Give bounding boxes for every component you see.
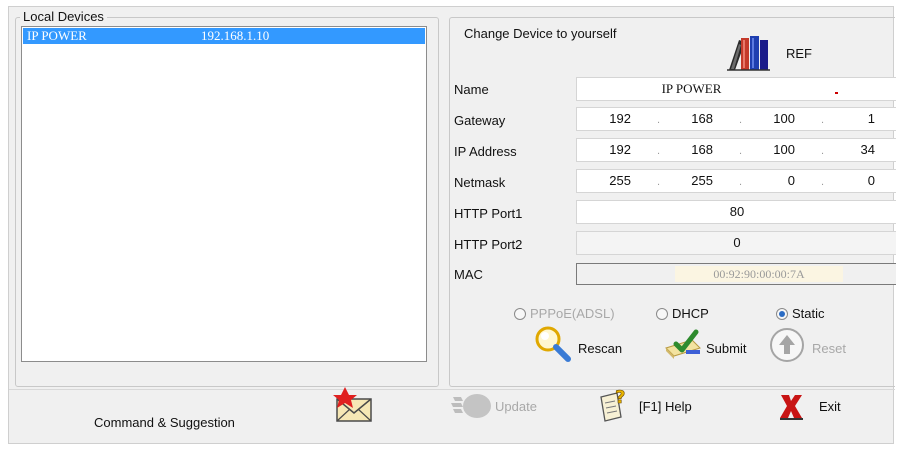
device-list-item[interactable]: IP POWER 192.168.1.10 [23,28,425,44]
ip-address-label: IP Address [454,144,517,159]
octet-dot: . [739,176,743,188]
command-suggestion-label: Command & Suggestion [94,415,235,430]
ip-octet-2[interactable]: 168 [673,142,713,157]
help-icon: ? [600,387,626,422]
ip-octet-4[interactable]: 34 [835,142,875,157]
name-label: Name [454,82,489,97]
octet-dot: . [821,176,825,188]
up-arrow-icon [770,328,804,362]
mac-value: 00:92:90:00:00:7A [675,266,843,282]
netmask-octet-1[interactable]: 255 [591,173,631,188]
name-value: IP POWER [661,81,722,96]
pppoe-label: PPPoE(ADSL) [530,306,615,321]
update-button[interactable]: Update [449,391,537,421]
submit-icon [665,329,701,359]
svg-text:?: ? [615,387,625,408]
books-icon[interactable] [725,32,771,72]
mac-label: MAC [454,267,483,282]
device-ip: 192.168.1.10 [201,28,270,43]
ref-label[interactable]: REF [786,46,812,61]
netmask-label: Netmask [454,175,506,190]
static-label: Static [792,306,825,321]
octet-dot: . [657,145,661,157]
gateway-octet-4[interactable]: 1 [835,111,875,126]
change-device-group: Change Device to yourself REF Name IP PO… [449,17,896,387]
exit-button[interactable]: Exit [777,391,841,421]
radio-circle [514,308,526,320]
gateway-octet-2[interactable]: 168 [673,111,713,126]
reset-button[interactable]: Reset [768,326,846,364]
netmask-octet-2[interactable]: 255 [673,173,713,188]
name-field[interactable]: IP POWER [576,77,896,101]
static-radio[interactable]: Static [776,306,825,321]
octet-dot: . [821,145,825,157]
mail-icon[interactable] [331,385,375,425]
magnifier-icon [535,326,571,362]
dhcp-radio[interactable]: DHCP [656,306,709,321]
netmask-field[interactable]: 255 . 255 . 0 . 0 [576,169,896,193]
device-name: IP POWER [27,28,87,43]
netmask-octet-3[interactable]: 0 [755,173,795,188]
help-label: [F1] Help [639,398,692,414]
ip-octet-1[interactable]: 192 [591,142,631,157]
dhcp-label: DHCP [672,306,709,321]
http-port1-field[interactable]: 80 [576,200,896,224]
gateway-octet-3[interactable]: 100 [755,111,795,126]
bottom-divider [9,389,895,390]
rescan-label: Rescan [578,340,623,356]
gateway-octet-1[interactable]: 192 [591,111,631,126]
exit-label: Exit [819,398,841,414]
netmask-octet-4[interactable]: 0 [835,173,875,188]
update-label: Update [495,398,537,414]
local-devices-title: Local Devices [20,9,107,24]
octet-dot: . [657,176,661,188]
reset-label: Reset [812,340,846,356]
http-port2-label: HTTP Port2 [454,237,523,252]
octet-dot: . [657,114,661,126]
http-port1-value: 80 [729,204,745,219]
octet-dot: . [739,145,743,157]
device-list[interactable]: IP POWER 192.168.1.10 [21,26,427,362]
http-port1-label: HTTP Port1 [454,206,523,221]
submit-button[interactable]: Submit [662,326,746,362]
gateway-field[interactable]: 192 . 168 . 100 . 1 [576,107,896,131]
mac-field: 00:92:90:00:00:7A [576,263,896,285]
pppoe-radio: PPPoE(ADSL) [514,306,615,321]
submit-label: Submit [706,340,747,356]
octet-dot: . [739,114,743,126]
radio-circle-checked [776,308,788,320]
close-icon [780,395,803,420]
update-icon [451,394,491,418]
gateway-label: Gateway [454,113,506,128]
http-port2-field[interactable]: 0 [576,231,896,255]
rescan-button[interactable]: Rescan [532,324,622,364]
cursor-mark [835,92,838,94]
help-button[interactable]: ? [F1] Help [597,387,692,423]
main-window: Local Devices IP POWER 192.168.1.10 Chan… [8,6,896,444]
local-devices-group: Local Devices IP POWER 192.168.1.10 [15,9,439,387]
ip-address-field[interactable]: 192 . 168 . 100 . 34 [576,138,896,162]
http-port2-value: 0 [733,235,741,250]
ip-octet-3[interactable]: 100 [755,142,795,157]
radio-circle [656,308,668,320]
change-device-title: Change Device to yourself [464,26,617,41]
octet-dot: . [821,114,825,126]
